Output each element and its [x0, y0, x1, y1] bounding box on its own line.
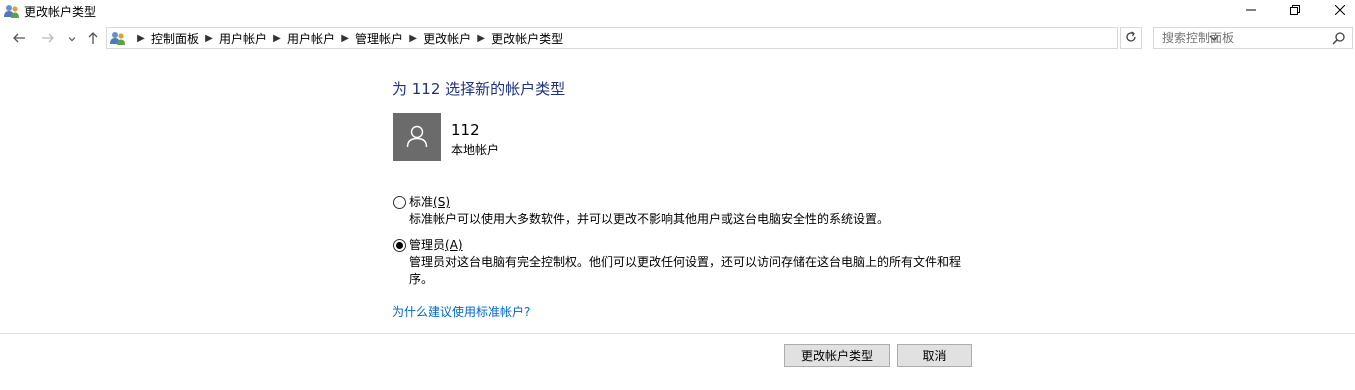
- chevron-right-icon[interactable]: ▶: [131, 33, 151, 44]
- address-bar[interactable]: ▶ 控制面板 ▶ 用户帐户 ▶ 用户帐户 ▶ 管理帐户 ▶ 更改帐户 ▶ 更改帐…: [106, 27, 1219, 49]
- breadcrumb-manage-accounts[interactable]: 管理帐户: [355, 30, 403, 47]
- arrow-right-icon: [41, 31, 55, 48]
- refresh-icon: [1125, 30, 1137, 46]
- minimize-button[interactable]: [1228, 0, 1274, 22]
- administrator-radio[interactable]: [393, 239, 406, 252]
- footer-divider: [0, 333, 1355, 334]
- administrator-accesskey: (A): [445, 238, 463, 252]
- restore-button[interactable]: [1272, 0, 1318, 22]
- cancel-button[interactable]: 取消: [897, 344, 972, 367]
- user-icon: [406, 124, 428, 151]
- recent-locations-button[interactable]: [63, 30, 81, 48]
- minimize-icon: [1246, 4, 1256, 18]
- standard-option-label[interactable]: 标准(S): [409, 193, 450, 210]
- back-button[interactable]: [10, 30, 28, 48]
- arrow-left-icon: [12, 31, 26, 48]
- chevron-right-icon[interactable]: ▶: [335, 33, 355, 44]
- window-title: 更改帐户类型: [24, 5, 97, 19]
- page-title: 为 112 选择新的帐户类型: [392, 80, 566, 98]
- breadcrumb-user-accounts[interactable]: 用户帐户: [219, 30, 267, 47]
- title-bar: 更改帐户类型: [0, 0, 1355, 22]
- chevron-right-icon[interactable]: ▶: [267, 33, 287, 44]
- administrator-description: 管理员对这台电脑有完全控制权。他们可以更改任何设置，还可以访问存储在这台电脑上的…: [409, 255, 962, 286]
- breadcrumb: ▶ 控制面板 ▶ 用户帐户 ▶ 用户帐户 ▶ 管理帐户 ▶ 更改帐户 ▶ 更改帐…: [131, 28, 563, 48]
- breadcrumb-user-accounts-sub[interactable]: 用户帐户: [287, 30, 335, 47]
- account-name: 112: [451, 121, 480, 139]
- standard-radio[interactable]: [393, 196, 406, 209]
- standard-accesskey: (S): [433, 195, 450, 209]
- why-standard-link[interactable]: 为什么建议使用标准帐户?: [392, 303, 530, 320]
- search-icon[interactable]: [1332, 31, 1346, 45]
- breadcrumb-control-panel[interactable]: 控制面板: [151, 30, 199, 47]
- up-button[interactable]: [84, 30, 102, 48]
- administrator-option-label[interactable]: 管理员(A): [409, 236, 463, 253]
- chevron-right-icon[interactable]: ▶: [471, 33, 491, 44]
- search-box[interactable]: [1153, 27, 1353, 49]
- chevron-down-icon: [68, 32, 76, 46]
- control-panel-icon: [110, 30, 126, 46]
- standard-description: 标准帐户可以使用大多数软件，并可以更改不影响其他用户或这台电脑安全性的系统设置。: [409, 212, 890, 226]
- avatar: [393, 113, 441, 161]
- arrow-up-icon: [86, 31, 100, 48]
- account-type: 本地帐户: [451, 143, 500, 157]
- close-icon: [1334, 4, 1346, 18]
- chevron-right-icon[interactable]: ▶: [403, 33, 423, 44]
- forward-button[interactable]: [39, 30, 57, 48]
- search-input[interactable]: [1154, 28, 1324, 48]
- refresh-button[interactable]: [1120, 27, 1142, 49]
- breadcrumb-change-account[interactable]: 更改帐户: [423, 30, 471, 47]
- navigation-bar: ▶ 控制面板 ▶ 用户帐户 ▶ 用户帐户 ▶ 管理帐户 ▶ 更改帐户 ▶ 更改帐…: [0, 26, 1355, 52]
- standard-label-text: 标准: [409, 195, 434, 209]
- users-icon: [4, 3, 20, 19]
- close-button[interactable]: [1317, 0, 1355, 22]
- breadcrumb-change-account-type[interactable]: 更改帐户类型: [491, 30, 563, 47]
- restore-icon: [1290, 4, 1300, 18]
- administrator-label-text: 管理员: [409, 238, 446, 252]
- change-account-type-button[interactable]: 更改帐户类型: [784, 344, 890, 367]
- chevron-right-icon[interactable]: ▶: [199, 33, 219, 44]
